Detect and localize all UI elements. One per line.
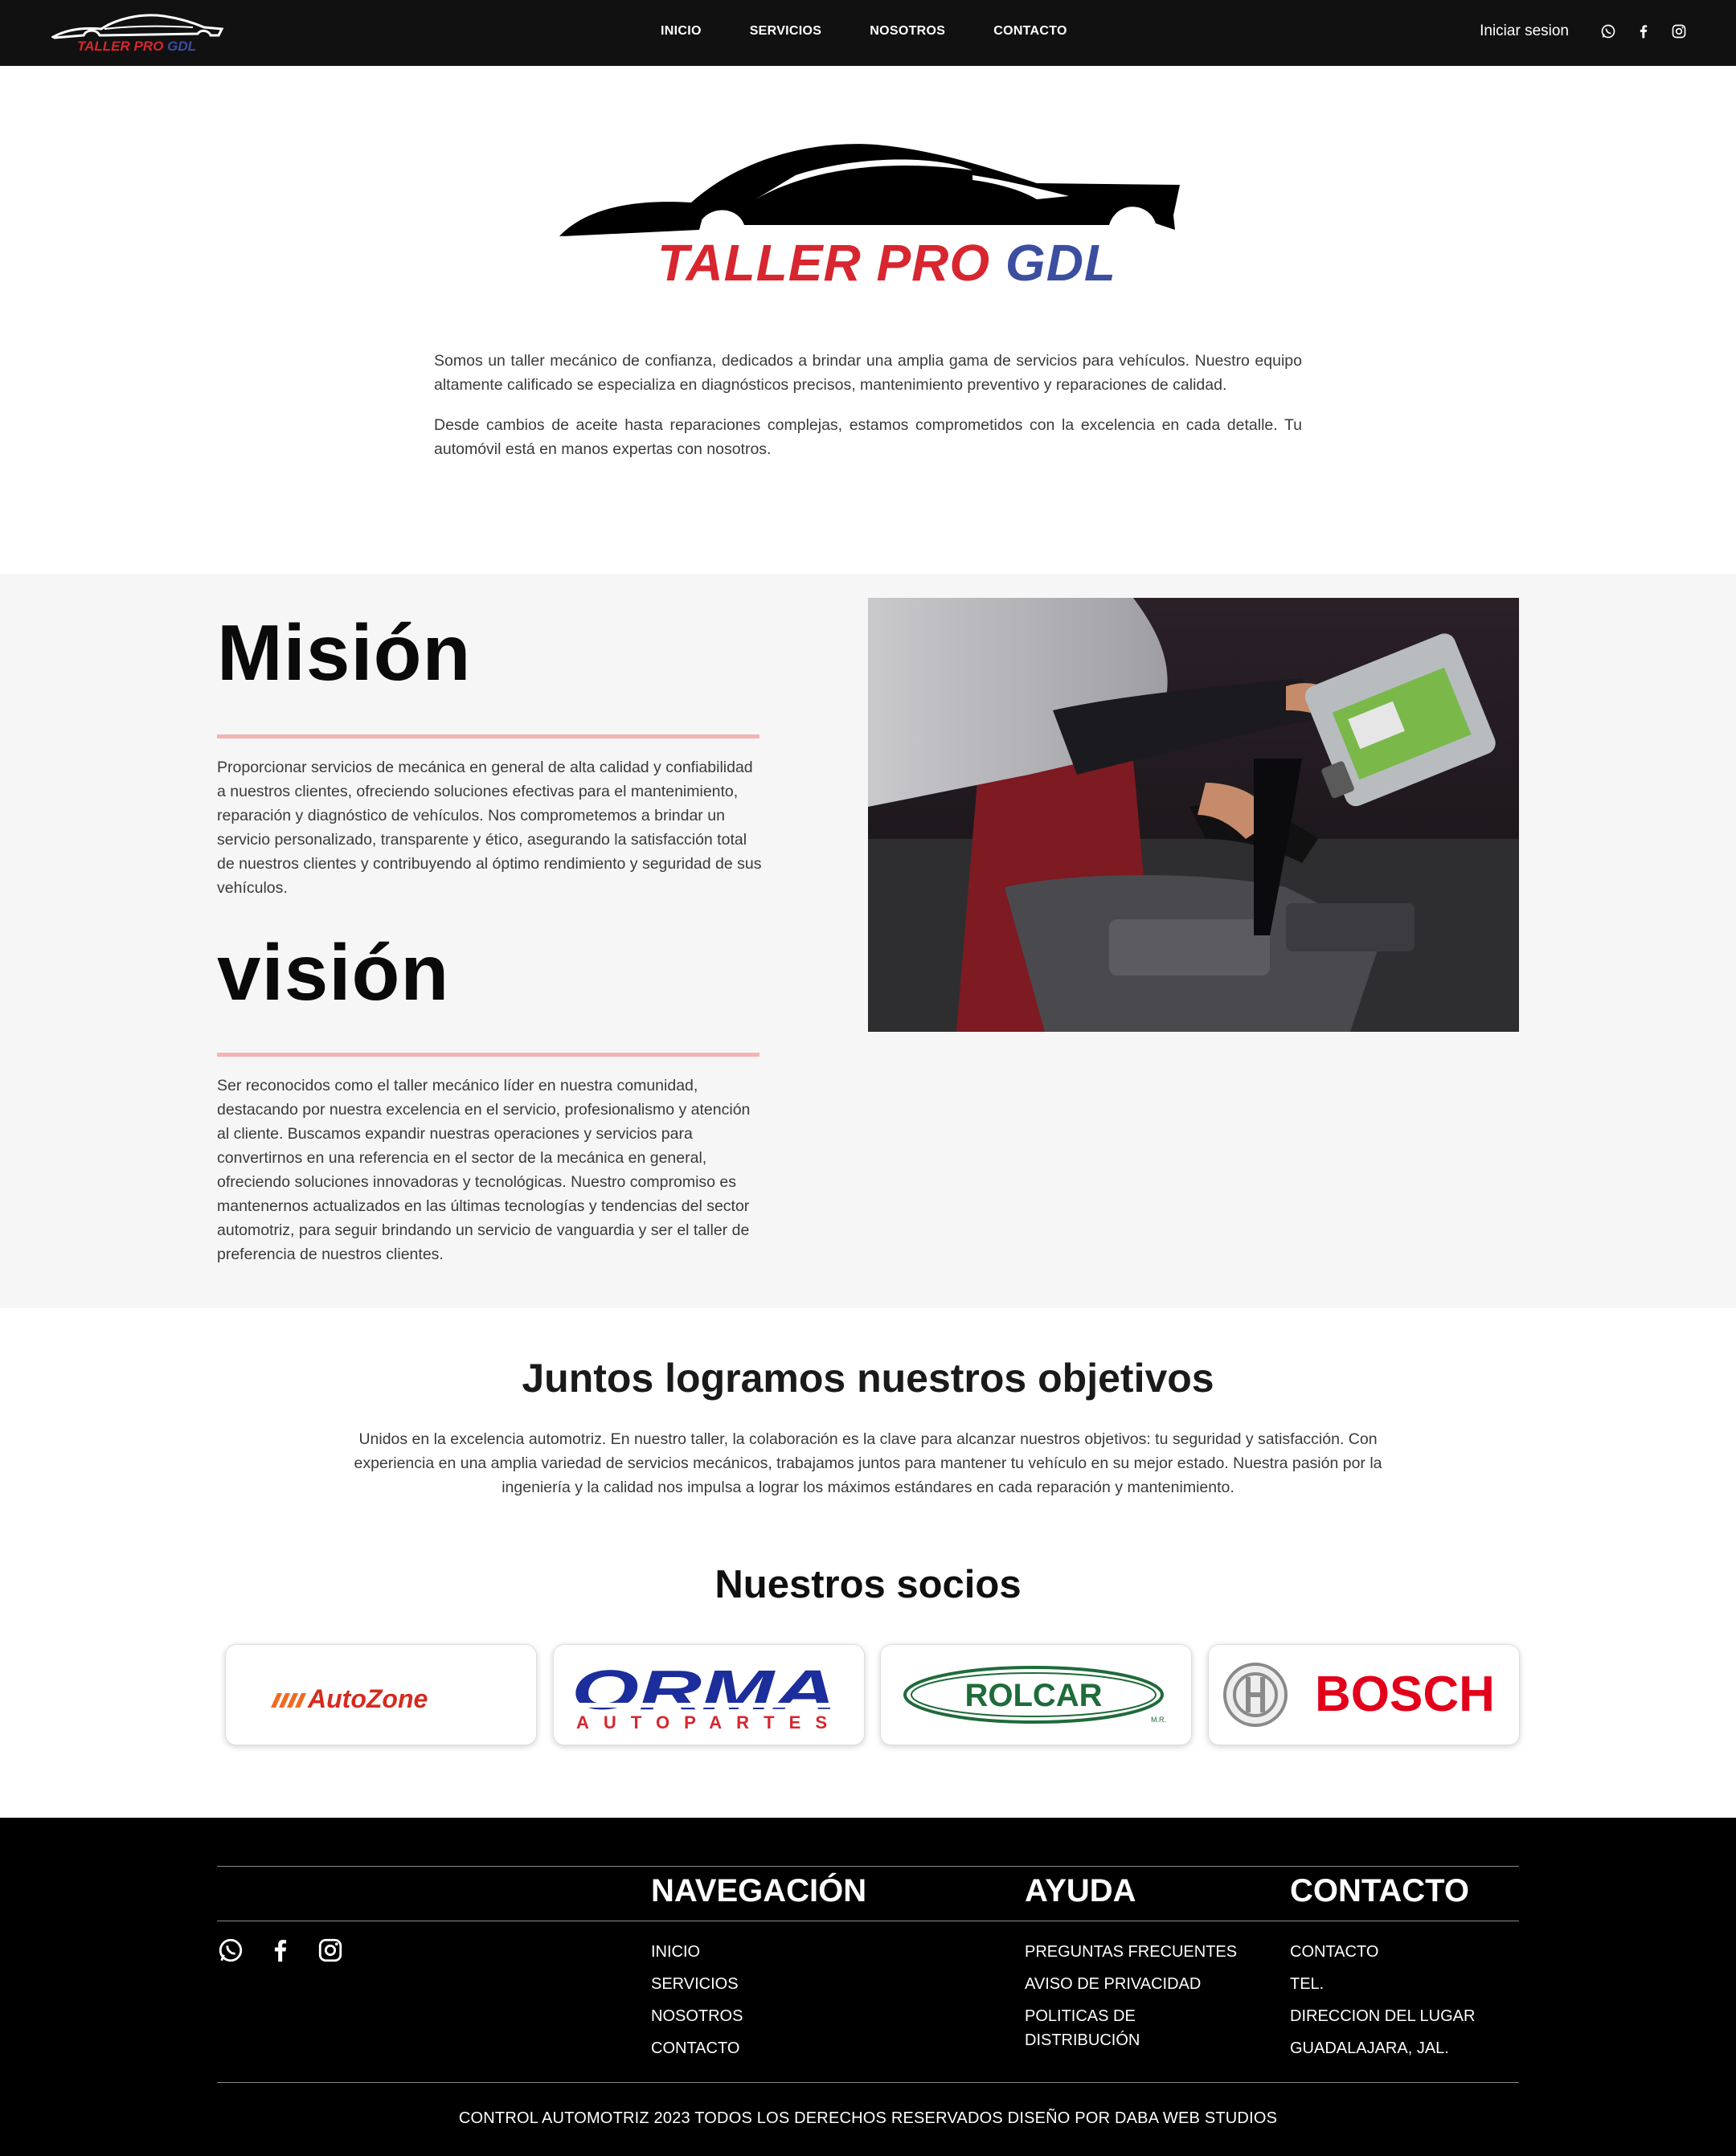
hero-logo: TALLER PRO GDL [555,135,1181,296]
mechanic-oil-change-photo [868,598,1519,1032]
bosch-logo: BOSCH [1223,1663,1495,1727]
list-item: INICIO [651,1940,743,1964]
footer-nav-list: INICIO SERVICIOS NOSOTROS CONTACTO [651,1940,743,2068]
objectives-text: Unidos en la excelencia automotriz. En n… [354,1430,1382,1496]
list-item: PREGUNTAS FRECUENTES [1025,1940,1266,1964]
footer-help-title: AYUDA [1025,1873,1136,1908]
footer-help-list: PREGUNTAS FRECUENTES AVISO DE PRIVACIDAD… [1025,1940,1266,2060]
autozone-logo: AutoZone [271,1684,428,1713]
nav-logo-text: TALLER PRO GDL [77,39,196,54]
footer-contact-title: CONTACTO [1290,1873,1469,1908]
car-silhouette-icon [559,144,1180,236]
list-item: CONTACTO [651,2036,743,2060]
partner-card-bosch[interactable]: BOSCH [1208,1644,1520,1745]
partner-card-rolcar[interactable]: ROLCAR M.R. [880,1644,1192,1745]
facebook-icon[interactable] [1633,21,1654,42]
orma-logo: ORMA AUTOPARTES [571,1659,837,1733]
nav-actions: Iniciar sesion [1480,21,1689,42]
nav-link-servicios[interactable]: SERVICIOS [750,24,822,39]
svg-text:ROLCAR: ROLCAR [964,1678,1102,1713]
mission-title: Misión [217,608,472,697]
vision-divider [217,1053,760,1057]
list-item: NOSOTROS [651,2004,743,2028]
footer-address: DIRECCION DEL LUGAR [1290,2007,1476,2025]
instagram-icon[interactable] [1668,21,1689,42]
vision-text: Ser reconocidos como el taller mecánico … [217,1077,751,1263]
footer-phone: TEL. [1290,1975,1325,1993]
hero-logo-text: TALLER PRO GDL [657,234,1116,292]
nav-link-inicio[interactable]: INICIO [661,24,702,39]
partner-card-orma[interactable]: ORMA AUTOPARTES [553,1644,865,1745]
intro-section: Somos un taller mecánico de confianza, d… [434,349,1302,477]
footer-nav-title: NAVEGACIÓN [651,1873,867,1908]
nav-link-contacto[interactable]: CONTACTO [993,24,1067,39]
list-item: SERVICIOS [651,1972,743,1996]
site-footer: NAVEGACIÓN AYUDA CONTACTO INICIO SERVICI… [0,1818,1736,2156]
footer-link-contacto[interactable]: CONTACTO [651,2039,739,2057]
partners-title: Nuestros socios [714,1563,1022,1606]
footer-link-privacy[interactable]: AVISO DE PRIVACIDAD [1025,1975,1201,1993]
svg-text:BOSCH: BOSCH [1315,1667,1495,1722]
whatsapp-icon[interactable] [1598,21,1619,42]
facebook-icon[interactable] [267,1937,294,1964]
nav-link-nosotros[interactable]: NOSOTROS [870,24,945,39]
footer-contact-list: CONTACTO TEL. DIRECCION DEL LUGAR GUADAL… [1290,1940,1475,2068]
footer-link-nosotros[interactable]: NOSOTROS [651,2007,743,2025]
main-nav: INICIO SERVICIOS NOSOTROS CONTACTO [661,24,1116,39]
instagram-icon[interactable] [317,1937,344,1964]
top-navbar: TALLER PRO GDL INICIO SERVICIOS NOSOTROS… [0,0,1736,66]
footer-link-faq[interactable]: PREGUNTAS FRECUENTES [1025,1943,1237,1961]
login-link[interactable]: Iniciar sesion [1480,23,1569,40]
svg-text:AutoZone: AutoZone [307,1684,428,1713]
whatsapp-icon[interactable] [217,1937,244,1964]
mission-vision-section: Misión Proporcionar servicios de mecánic… [0,574,1736,1308]
footer-link-inicio[interactable]: INICIO [651,1943,700,1961]
footer-divider [217,2082,1519,2083]
partner-card-autozone[interactable]: AutoZone [225,1644,537,1745]
footer-divider [217,1866,1519,1867]
list-item: CONTACTO [1290,1940,1475,1964]
objectives-title: Juntos logramos nuestros objetivos [522,1356,1214,1401]
list-item: POLITICAS DE DISTRIBUCIÓN [1025,2004,1242,2052]
svg-text:M.R.: M.R. [1151,1716,1166,1724]
footer-city: GUADALAJARA, JAL. [1290,2039,1449,2057]
rolcar-logo: ROLCAR M.R. [903,1666,1166,1724]
list-item: AVISO DE PRIVACIDAD [1025,1972,1266,1996]
footer-link-servicios[interactable]: SERVICIOS [651,1975,739,1993]
vision-title: visión [217,928,450,1017]
mission-text: Proporcionar servicios de mecánica en ge… [217,759,762,897]
footer-link-contact[interactable]: CONTACTO [1290,1943,1378,1961]
copyright-text: CONTROL AUTOMOTRIZ 2023 TODOS LOS DERECH… [458,2109,1278,2127]
mission-divider [217,734,760,738]
intro-paragraph: Desde cambios de aceite hasta reparacion… [434,416,1302,458]
footer-link-distribution[interactable]: POLITICAS DE DISTRIBUCIÓN [1025,2007,1140,2049]
nav-logo[interactable]: TALLER PRO GDL [51,11,225,56]
intro-paragraph: Somos un taller mecánico de confianza, d… [434,352,1302,394]
footer-social [217,1937,366,1964]
